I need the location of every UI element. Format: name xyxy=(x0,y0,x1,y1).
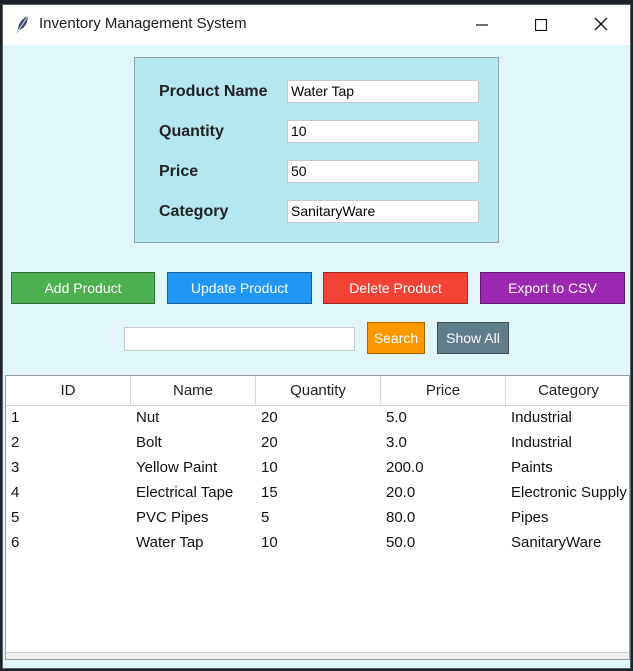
category-field[interactable]: SanitaryWare xyxy=(287,200,479,223)
cell-quantity: 10 xyxy=(261,459,278,476)
cell-quantity: 20 xyxy=(261,409,278,426)
column-header-price[interactable]: Price xyxy=(381,376,506,405)
column-header-quantity[interactable]: Quantity xyxy=(256,376,381,405)
category-label: Category xyxy=(159,203,229,220)
cell-category: Pipes xyxy=(511,509,549,526)
cell-id: 6 xyxy=(11,534,20,551)
close-button[interactable] xyxy=(578,5,624,45)
table-row[interactable]: 4 Electrical Tape 15 20.0 Electronic Sup… xyxy=(6,480,629,505)
quantity-field[interactable]: 10 xyxy=(287,120,479,143)
title-bar[interactable]: Inventory Management System xyxy=(3,5,630,45)
app-window: Inventory Management System Product Name… xyxy=(2,4,631,669)
table-row[interactable]: 3 Yellow Paint 10 200.0 Paints xyxy=(6,455,629,480)
cell-quantity: 5 xyxy=(261,509,270,526)
cell-category: Paints xyxy=(511,459,553,476)
cell-id: 4 xyxy=(11,484,20,501)
window-title: Inventory Management System xyxy=(39,15,247,32)
show-all-button[interactable]: Show All xyxy=(437,322,509,354)
cell-quantity: 20 xyxy=(261,434,278,451)
cell-price: 3.0 xyxy=(386,434,407,451)
product-form: Product Name Water Tap Quantity 10 Price… xyxy=(134,57,499,243)
cell-name: Water Tap xyxy=(136,534,204,551)
cell-price: 80.0 xyxy=(386,509,416,526)
cell-id: 5 xyxy=(11,509,20,526)
cell-price: 50.0 xyxy=(386,534,416,551)
minimize-icon xyxy=(476,16,488,35)
cell-price: 20.0 xyxy=(386,484,416,501)
table-row[interactable]: 2 Bolt 20 3.0 Industrial xyxy=(6,430,629,455)
cell-id: 2 xyxy=(11,434,20,451)
search-input[interactable] xyxy=(124,327,355,351)
cell-id: 3 xyxy=(11,459,20,476)
close-icon xyxy=(594,16,608,35)
cell-price: 5.0 xyxy=(386,409,407,426)
search-button[interactable]: Search xyxy=(367,322,425,354)
table-row[interactable]: 6 Water Tap 10 50.0 SanitaryWare xyxy=(6,530,629,555)
cell-price: 200.0 xyxy=(386,459,424,476)
quantity-label: Quantity xyxy=(159,123,224,140)
price-field[interactable]: 50 xyxy=(287,160,479,183)
cell-quantity: 10 xyxy=(261,534,278,551)
cell-name: Yellow Paint xyxy=(136,459,218,476)
cell-category: Electronic Supply xyxy=(511,484,627,501)
delete-product-button[interactable]: Delete Product xyxy=(323,272,468,304)
cell-name: Nut xyxy=(136,409,160,426)
table-row[interactable]: 1 Nut 20 5.0 Industrial xyxy=(6,405,629,430)
product-name-label: Product Name xyxy=(159,83,268,100)
price-label: Price xyxy=(159,163,199,180)
horizontal-scrollbar[interactable] xyxy=(6,652,629,659)
add-product-button[interactable]: Add Product xyxy=(11,272,155,304)
column-header-name[interactable]: Name xyxy=(131,376,256,405)
table-header: ID Name Quantity Price Category xyxy=(6,376,629,406)
product-name-field[interactable]: Water Tap xyxy=(287,80,479,103)
cell-name: PVC Pipes xyxy=(136,509,209,526)
cell-quantity: 15 xyxy=(261,484,278,501)
cell-id: 1 xyxy=(11,409,20,426)
minimize-button[interactable] xyxy=(459,5,505,45)
table-row[interactable]: 5 PVC Pipes 5 80.0 Pipes xyxy=(6,505,629,530)
column-header-category[interactable]: Category xyxy=(506,376,630,405)
cell-category: Industrial xyxy=(511,434,572,451)
update-product-button[interactable]: Update Product xyxy=(167,272,312,304)
cell-name: Electrical Tape xyxy=(136,484,234,501)
cell-category: SanitaryWare xyxy=(511,534,602,551)
cell-name: Bolt xyxy=(136,434,162,451)
maximize-icon xyxy=(534,16,548,35)
feather-icon xyxy=(15,15,31,35)
export-csv-button[interactable]: Export to CSV xyxy=(480,272,625,304)
product-table: ID Name Quantity Price Category 1 Nut 20… xyxy=(5,375,630,660)
maximize-button[interactable] xyxy=(518,5,564,45)
column-header-id[interactable]: ID xyxy=(6,376,131,405)
cell-category: Industrial xyxy=(511,409,572,426)
